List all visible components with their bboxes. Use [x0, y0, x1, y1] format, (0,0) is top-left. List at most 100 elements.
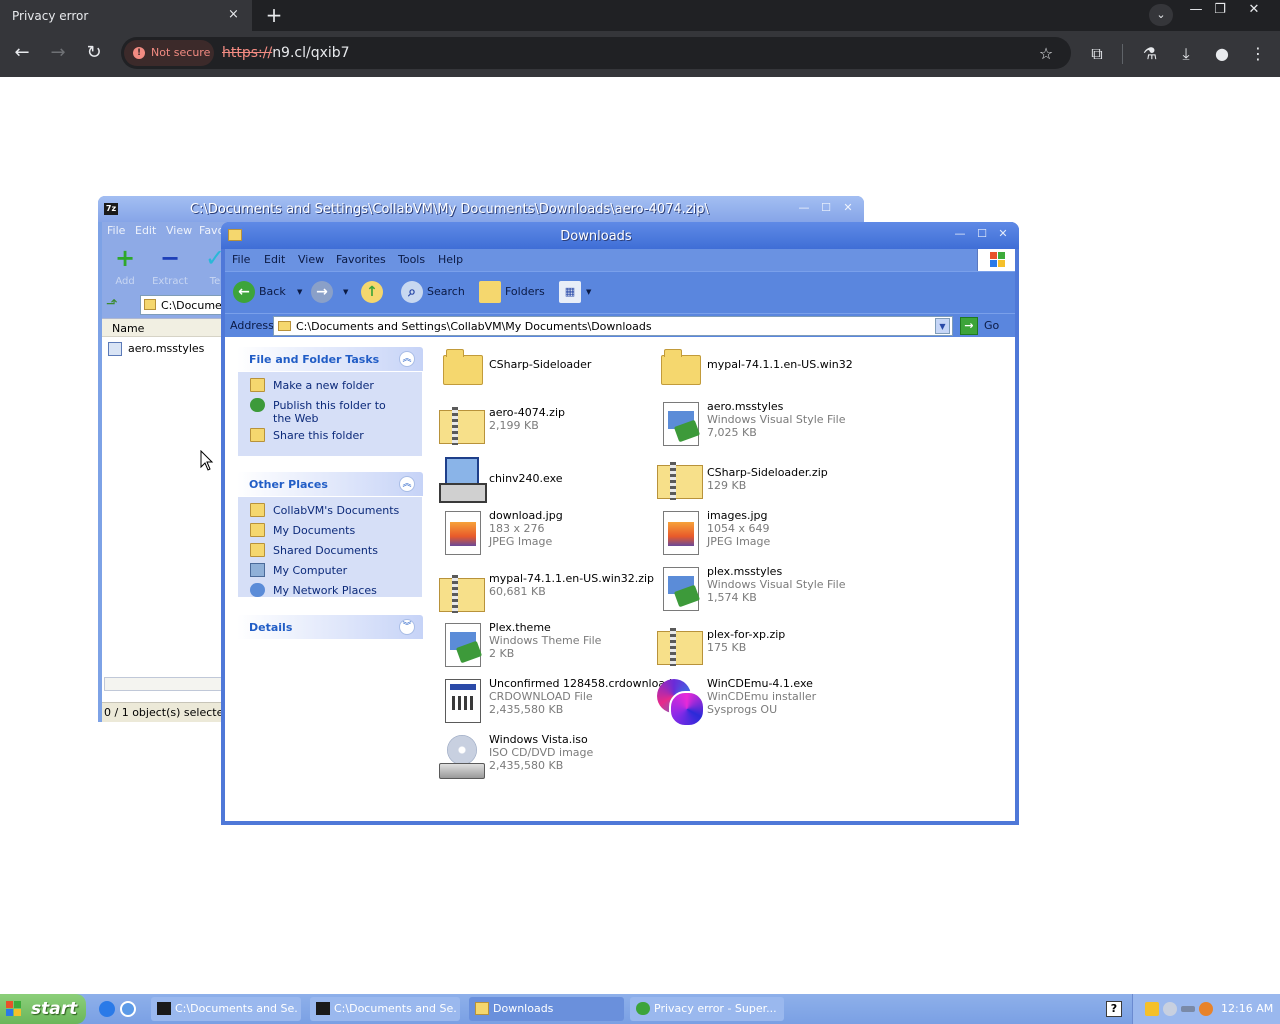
- file-size: 2,435,580 KB: [489, 703, 564, 716]
- file-item[interactable]: WinCDEmu-4.1.exe WinCDEmu installer Sysp…: [655, 677, 873, 729]
- menu-favorites[interactable]: Favorites: [336, 253, 386, 266]
- taskbar-button-downloads[interactable]: Downloads: [469, 997, 624, 1021]
- cd-drive-icon[interactable]: [1163, 1002, 1177, 1016]
- views-button[interactable]: ▦ ▼: [559, 280, 593, 306]
- taskbar-button-sevenzip-1[interactable]: C:\Documents and Se...: [151, 997, 301, 1021]
- internet-explorer-icon[interactable]: [99, 1001, 115, 1017]
- menu-view[interactable]: View: [298, 253, 324, 266]
- browser-quick-launch-icon[interactable]: [120, 1001, 136, 1017]
- reload-button[interactable]: ↻: [81, 41, 107, 67]
- file-item[interactable]: Plex.theme Windows Theme File 2 KB: [437, 621, 655, 673]
- extract-button[interactable]: − Extract: [149, 244, 191, 290]
- explorer-titlebar[interactable]: Downloads — ☐ ✕: [221, 222, 1019, 249]
- sevenzip-title: C:\Documents and Settings\CollabVM\My Do…: [190, 202, 709, 217]
- collapse-chevron-icon[interactable]: ︽: [399, 476, 415, 492]
- new-tab-button[interactable]: +: [262, 4, 286, 28]
- search-tray-icon[interactable]: [1199, 1002, 1213, 1016]
- sevenzip-maximize-icon[interactable]: ☐: [818, 201, 834, 215]
- taskbar-button-sevenzip-2[interactable]: C:\Documents and Se...: [310, 997, 460, 1021]
- file-item[interactable]: download.jpg 183 x 276 JPEG Image: [437, 509, 655, 561]
- back-button[interactable]: ← Back ▼: [233, 280, 303, 306]
- download-icon[interactable]: ⤓: [1175, 43, 1197, 65]
- file-item[interactable]: CSharp-Sideloader: [437, 343, 655, 395]
- file-item[interactable]: aero-4074.zip 2,199 KB: [437, 400, 655, 452]
- file-item[interactable]: mypal-74.1.1.en-US.win32.zip 60,681 KB: [437, 568, 655, 620]
- not-secure-chip[interactable]: ! Not secure: [124, 40, 214, 66]
- extensions-icon[interactable]: ⧉: [1086, 43, 1108, 65]
- address-bar[interactable]: ! Not secure https://n9.cl/qxib7: [121, 37, 1071, 69]
- file-item[interactable]: mypal-74.1.1.en-US.win32: [655, 343, 873, 395]
- file-item[interactable]: aero.msstyles Windows Visual Style File …: [655, 400, 873, 452]
- network-icon[interactable]: [1181, 1006, 1195, 1012]
- forward-dropdown-icon[interactable]: ▼: [343, 288, 348, 296]
- file-item[interactable]: images.jpg 1054 x 649 JPEG Image: [655, 509, 873, 561]
- url-text[interactable]: https://n9.cl/qxib7: [222, 45, 350, 61]
- close-window-button[interactable]: ✕: [1240, 2, 1268, 20]
- explorer-maximize-icon[interactable]: ☐: [974, 227, 990, 241]
- menu-edit[interactable]: Edit: [264, 253, 285, 266]
- panel-header[interactable]: Details ︾: [237, 615, 423, 639]
- profile-icon[interactable]: ●: [1211, 43, 1233, 65]
- menu-icon[interactable]: ⋮: [1247, 43, 1269, 65]
- zip-folder-icon: [655, 455, 703, 503]
- up-button[interactable]: ↑: [361, 280, 387, 306]
- tab-close-icon[interactable]: ×: [228, 7, 239, 22]
- labs-icon[interactable]: ⚗: [1139, 43, 1161, 65]
- sevenzip-menu-file[interactable]: File: [107, 224, 125, 237]
- panel-header[interactable]: Other Places ︽: [237, 472, 423, 496]
- search-label: Search: [427, 285, 465, 298]
- not-secure-label: Not secure: [151, 46, 211, 59]
- file-item[interactable]: Unconfirmed 128458.crdownload CRDOWNLOAD…: [437, 677, 672, 729]
- add-button[interactable]: + Add: [104, 244, 146, 290]
- chrome-toolbar: ← → ↻ ! Not secure https://n9.cl/qxib7 ☆…: [0, 31, 1280, 77]
- up-folder-icon: ↑: [361, 281, 383, 303]
- msstyles-file-icon: [108, 342, 122, 356]
- address-dropdown-icon[interactable]: ▼: [935, 318, 950, 334]
- globe-icon: [250, 398, 265, 412]
- restore-window-button[interactable]: ❐: [1206, 2, 1234, 20]
- go-button[interactable]: → Go: [960, 316, 1010, 336]
- file-item[interactable]: Windows Vista.iso ISO CD/DVD image 2,435…: [437, 733, 655, 785]
- address-label: Address: [230, 319, 274, 332]
- up-folder-icon[interactable]: ⬏: [106, 296, 126, 314]
- tab-search-icon[interactable]: ⌄: [1149, 4, 1173, 26]
- file-item[interactable]: plex-for-xp.zip 175 KB: [655, 621, 873, 673]
- help-icon[interactable]: ?: [1106, 1001, 1122, 1017]
- expand-chevron-icon[interactable]: ︾: [399, 619, 415, 635]
- sevenzip-close-icon[interactable]: ✕: [840, 201, 856, 215]
- back-button[interactable]: ←: [9, 41, 35, 67]
- search-button[interactable]: ⌕ Search: [401, 280, 465, 306]
- explorer-close-icon[interactable]: ✕: [995, 227, 1011, 241]
- file-item[interactable]: CSharp-Sideloader.zip 129 KB: [655, 455, 873, 507]
- file-area[interactable]: CSharp-Sideloader mypal-74.1.1.en-US.win…: [437, 337, 1015, 821]
- address-field[interactable]: C:\Documents and Settings\CollabVM\My Do…: [273, 316, 953, 336]
- sevenzip-titlebar[interactable]: 7z C:\Documents and Settings\CollabVM\My…: [98, 196, 864, 222]
- menu-help[interactable]: Help: [438, 253, 463, 266]
- file-type: CRDOWNLOAD File: [489, 690, 593, 703]
- security-shield-icon[interactable]: [1145, 1002, 1159, 1016]
- explorer-window[interactable]: Downloads — ☐ ✕ File Edit View Favorites…: [221, 222, 1019, 825]
- sevenzip-menu-edit[interactable]: Edit: [135, 224, 156, 237]
- folders-button[interactable]: Folders: [479, 280, 545, 306]
- menu-tools[interactable]: Tools: [398, 253, 425, 266]
- views-dropdown-icon[interactable]: ▼: [586, 288, 591, 296]
- horizontal-scrollbar[interactable]: [104, 677, 224, 691]
- forward-button[interactable]: →: [45, 41, 71, 67]
- start-button[interactable]: start: [0, 994, 86, 1024]
- browser-app-icon: [636, 1002, 650, 1015]
- back-dropdown-icon[interactable]: ▼: [297, 288, 302, 296]
- tab-privacy-error[interactable]: Privacy error ×: [0, 0, 252, 31]
- collapse-chevron-icon[interactable]: ︽: [399, 351, 415, 367]
- start-label: start: [31, 999, 78, 1019]
- file-item[interactable]: chinv240.exe: [437, 455, 655, 507]
- forward-button[interactable]: → ▼: [311, 280, 351, 306]
- sevenzip-minimize-icon[interactable]: —: [796, 201, 812, 215]
- file-type: Windows Theme File: [489, 634, 602, 647]
- panel-header[interactable]: File and Folder Tasks ︽: [237, 347, 423, 371]
- menu-file[interactable]: File: [232, 253, 250, 266]
- file-item[interactable]: plex.msstyles Windows Visual Style File …: [655, 565, 873, 617]
- explorer-minimize-icon[interactable]: —: [952, 227, 968, 241]
- bookmark-star-icon[interactable]: ☆: [1035, 43, 1057, 65]
- sevenzip-menu-view[interactable]: View: [166, 224, 192, 237]
- taskbar-button-browser[interactable]: Privacy error - Super...: [630, 997, 784, 1021]
